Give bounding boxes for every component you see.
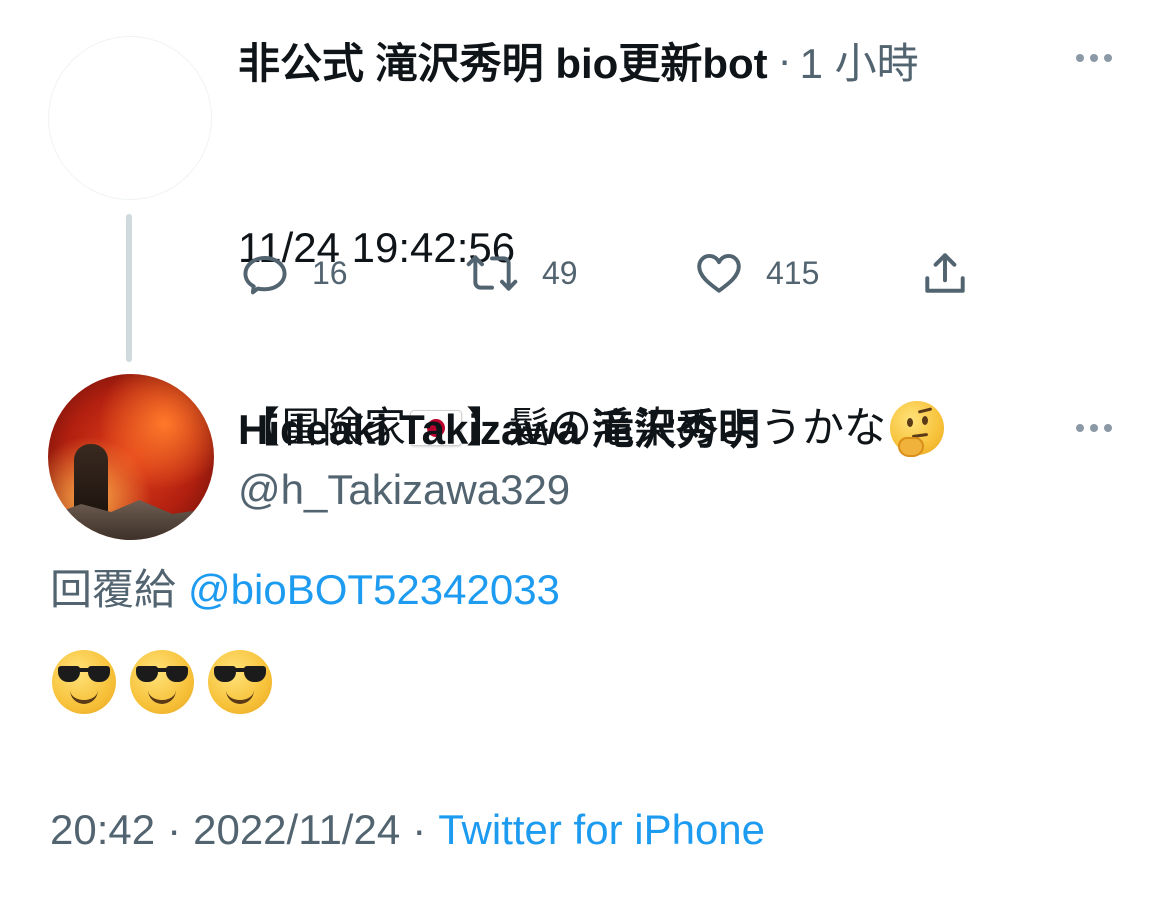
- like-button[interactable]: 415: [694, 248, 819, 298]
- tweet-metadata-footer: 20:42 · 2022/11/24 · Twitter for iPhone: [50, 800, 765, 860]
- footer-separator-2: ·: [412, 806, 427, 853]
- tweet-time[interactable]: 20:42: [50, 806, 155, 853]
- author-handle[interactable]: @h_Takizawa329: [238, 460, 570, 520]
- retweet-count: 49: [542, 254, 578, 291]
- thread-connector-line: [126, 214, 132, 362]
- header-separator: ·: [777, 36, 792, 83]
- retweet-icon: [466, 255, 518, 291]
- author-name[interactable]: Hideaki Takizawa 滝沢秀明: [238, 400, 760, 460]
- main-more-options-icon[interactable]: [1076, 424, 1112, 432]
- reply-count: 16: [312, 254, 348, 291]
- reply-button[interactable]: 16: [240, 248, 348, 298]
- tweet-client-link[interactable]: Twitter for iPhone: [438, 806, 765, 853]
- share-icon: [925, 253, 965, 293]
- thinking-face-icon: [890, 401, 945, 457]
- sunglasses-face-icon: [52, 650, 116, 714]
- sunglasses-face-icon: [208, 650, 272, 714]
- replying-to-line: 回覆給 @bioBOT52342033: [50, 560, 560, 620]
- reply-prefix: 回覆給: [50, 566, 177, 613]
- tweet-date[interactable]: 2022/11/24: [193, 806, 400, 853]
- parent-relative-time[interactable]: 1 小時: [800, 30, 919, 91]
- heart-icon: [697, 253, 741, 293]
- avatar-rock: [48, 500, 214, 540]
- parent-tweet-header: 非公式 滝沢秀明 bio更新bot · 1 小時: [238, 32, 919, 88]
- sunglasses-face-icon: [130, 650, 194, 714]
- reply-to-handle-link[interactable]: @bioBOT52342033: [188, 566, 560, 613]
- footer-separator: ·: [167, 806, 182, 853]
- retweet-button[interactable]: 49: [464, 248, 578, 298]
- share-button[interactable]: [920, 248, 970, 298]
- reply-icon: [243, 256, 287, 295]
- parent-avatar[interactable]: [48, 36, 212, 200]
- author-avatar[interactable]: [48, 374, 214, 540]
- parent-author-name[interactable]: 非公式 滝沢秀明 bio更新bot: [238, 30, 768, 91]
- like-count: 415: [766, 254, 820, 291]
- parent-more-options-icon[interactable]: [1076, 54, 1112, 62]
- tweet-body-emojis: [52, 650, 272, 714]
